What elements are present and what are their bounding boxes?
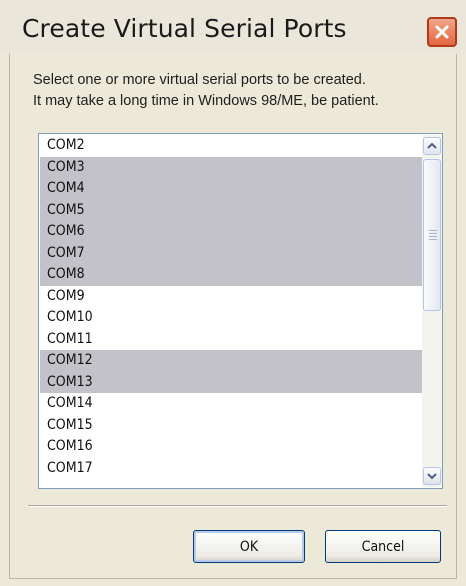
close-button[interactable]: [427, 17, 457, 47]
port-list: COM2 COM3 COM4 COM5 COM6 COM7 COM8 COM9 COM10 COM…: [40, 135, 422, 479]
title-bar[interactable]: Create Virtual Serial Ports: [0, 0, 466, 54]
port-list-item[interactable]: COM10: [40, 307, 422, 329]
separator-line: [28, 505, 447, 507]
cancel-button[interactable]: Cancel: [325, 530, 441, 563]
port-list-item[interactable]: COM8: [40, 264, 422, 286]
thumb-grip: [429, 233, 437, 234]
port-list-item[interactable]: COM15: [40, 415, 422, 437]
port-list-item[interactable]: COM5: [40, 199, 422, 221]
port-list-item[interactable]: COM14: [40, 393, 422, 415]
port-list-item[interactable]: COM6: [40, 221, 422, 243]
port-list-item[interactable]: COM12: [40, 350, 422, 372]
instruction-text: It may take a long time in Windows 98/ME…: [33, 93, 379, 109]
port-list-item[interactable]: COM7: [40, 242, 422, 264]
dialog-window: Create Virtual Serial Ports Select one o…: [0, 0, 466, 586]
ok-button[interactable]: OK: [193, 530, 305, 563]
scroll-down-button[interactable]: [423, 467, 441, 485]
thumb-grip: [429, 236, 437, 237]
port-list-item[interactable]: COM11: [40, 329, 422, 351]
port-list-item[interactable]: COM3: [40, 156, 422, 178]
chevron-up-icon: [427, 142, 437, 149]
port-list-item[interactable]: COM2: [40, 135, 422, 157]
vertical-scrollbar[interactable]: [422, 135, 442, 487]
thumb-grip: [429, 230, 437, 231]
port-listbox[interactable]: COM2 COM3 COM4 COM5 COM6 COM7 COM8 COM9 COM10 COM…: [38, 133, 443, 489]
port-list-item[interactable]: COM4: [40, 178, 422, 200]
thumb-grip: [429, 239, 437, 240]
port-list-item[interactable]: COM16: [40, 436, 422, 458]
chevron-down-icon: [427, 473, 437, 480]
port-list-item[interactable]: COM17: [40, 458, 422, 480]
instruction-text: Select one or more virtual serial ports …: [33, 72, 366, 88]
port-list-item[interactable]: COM9: [40, 286, 422, 308]
close-icon: [435, 25, 449, 39]
scroll-thumb[interactable]: [423, 159, 441, 311]
scroll-up-button[interactable]: [423, 137, 441, 155]
window-title: Create Virtual Serial Ports: [22, 14, 347, 43]
port-list-item[interactable]: COM13: [40, 371, 422, 393]
